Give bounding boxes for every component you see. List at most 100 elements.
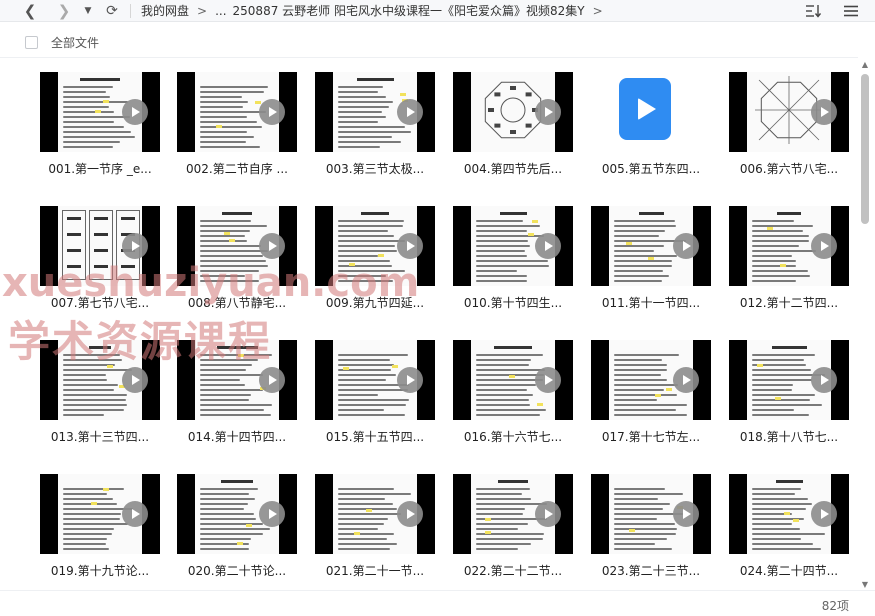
play-icon[interactable] bbox=[122, 501, 148, 527]
play-icon[interactable] bbox=[811, 99, 837, 125]
file-name[interactable]: 011.第十一节四... bbox=[591, 294, 711, 311]
vertical-scrollbar[interactable]: ▲ ▼ bbox=[858, 60, 872, 590]
sort-icon[interactable] bbox=[803, 1, 823, 21]
play-icon[interactable] bbox=[259, 501, 285, 527]
file-item[interactable]: 005.第五节东四... bbox=[591, 60, 711, 186]
play-icon[interactable] bbox=[259, 99, 285, 125]
file-item[interactable]: 020.第二十节论... bbox=[177, 462, 297, 588]
video-thumbnail[interactable] bbox=[453, 474, 573, 554]
play-icon[interactable] bbox=[535, 367, 561, 393]
file-name[interactable]: 022.第二十二节... bbox=[453, 562, 573, 579]
nav-divider bbox=[130, 3, 131, 18]
file-name[interactable]: 010.第十节四生... bbox=[453, 294, 573, 311]
file-item[interactable]: 024.第二十四节... bbox=[729, 462, 849, 588]
video-thumbnail[interactable] bbox=[729, 206, 849, 286]
play-icon[interactable] bbox=[122, 233, 148, 259]
video-thumbnail[interactable] bbox=[591, 474, 711, 554]
video-thumbnail[interactable] bbox=[591, 340, 711, 420]
video-thumbnail[interactable] bbox=[729, 474, 849, 554]
file-name[interactable]: 012.第十二节四... bbox=[729, 294, 849, 311]
file-name[interactable]: 013.第十三节四... bbox=[40, 428, 160, 445]
back-button[interactable]: ❮ bbox=[20, 1, 40, 21]
video-thumbnail[interactable] bbox=[591, 206, 711, 286]
file-name[interactable]: 014.第十四节四... bbox=[177, 428, 297, 445]
video-thumbnail[interactable] bbox=[453, 206, 573, 286]
file-name[interactable]: 024.第二十四节... bbox=[729, 562, 849, 579]
file-item[interactable]: 002.第二节自序 ... bbox=[177, 60, 297, 186]
refresh-button[interactable]: ⟳ bbox=[102, 1, 122, 21]
breadcrumb-current-folder[interactable]: 250887 云野老师 阳宅风水中级课程一《阳宅爱众篇》视频82集Y bbox=[233, 2, 585, 19]
play-icon[interactable] bbox=[397, 501, 423, 527]
breadcrumb-ellipsis[interactable]: ... bbox=[215, 4, 226, 18]
play-icon[interactable] bbox=[122, 367, 148, 393]
top-nav-bar: ❮ ❯ ▼ ⟳ 我的网盘 > ... 250887 云野老师 阳宅风水中级课程一… bbox=[0, 0, 875, 22]
file-item[interactable]: 003.第三节太极... bbox=[315, 60, 435, 186]
scroll-up-arrow-icon[interactable]: ▲ bbox=[860, 60, 870, 70]
video-thumbnail[interactable] bbox=[177, 474, 297, 554]
breadcrumb-root[interactable]: 我的网盘 bbox=[141, 2, 189, 19]
play-icon[interactable] bbox=[673, 233, 699, 259]
hamburger-menu-icon[interactable] bbox=[841, 1, 861, 21]
play-icon[interactable] bbox=[397, 233, 423, 259]
file-name[interactable]: 001.第一节序 _e... bbox=[40, 160, 160, 177]
file-name[interactable]: 003.第三节太极... bbox=[315, 160, 435, 177]
play-icon[interactable] bbox=[259, 233, 285, 259]
file-item[interactable]: 022.第二十二节... bbox=[453, 462, 573, 588]
play-icon[interactable] bbox=[673, 501, 699, 527]
file-item[interactable]: 016.第十六节七... bbox=[453, 328, 573, 454]
file-item[interactable]: 017.第十七节左... bbox=[591, 328, 711, 454]
scroll-thumb[interactable] bbox=[861, 74, 869, 224]
file-name[interactable]: 004.第四节先后... bbox=[453, 160, 573, 177]
scroll-down-arrow-icon[interactable]: ▼ bbox=[860, 580, 870, 590]
play-icon[interactable] bbox=[811, 501, 837, 527]
file-item[interactable]: 019.第十九节论... bbox=[40, 462, 160, 588]
play-icon[interactable] bbox=[259, 367, 285, 393]
file-name[interactable]: 020.第二十节论... bbox=[177, 562, 297, 579]
refresh-icon: ⟳ bbox=[106, 2, 118, 19]
video-thumbnail[interactable] bbox=[729, 72, 849, 152]
file-item[interactable]: 001.第一节序 _e... bbox=[40, 60, 160, 186]
play-icon[interactable] bbox=[535, 99, 561, 125]
play-icon[interactable] bbox=[535, 233, 561, 259]
file-item[interactable]: 023.第二十三节... bbox=[591, 462, 711, 588]
video-thumbnail[interactable] bbox=[453, 340, 573, 420]
video-thumbnail[interactable] bbox=[729, 340, 849, 420]
play-icon[interactable] bbox=[122, 99, 148, 125]
forward-button[interactable]: ❯ bbox=[54, 1, 74, 21]
video-thumbnail[interactable] bbox=[315, 72, 435, 152]
file-item[interactable]: 004.第四节先后... bbox=[453, 60, 573, 186]
play-icon[interactable] bbox=[397, 99, 423, 125]
file-item[interactable]: 012.第十二节四... bbox=[729, 194, 849, 320]
play-icon[interactable] bbox=[397, 367, 423, 393]
play-icon[interactable] bbox=[811, 367, 837, 393]
video-thumbnail[interactable] bbox=[177, 72, 297, 152]
file-name[interactable]: 019.第十九节论... bbox=[40, 562, 160, 579]
play-icon[interactable] bbox=[673, 367, 699, 393]
file-name[interactable]: 015.第十五节四... bbox=[315, 428, 435, 445]
play-icon[interactable] bbox=[811, 233, 837, 259]
file-name[interactable]: 017.第十七节左... bbox=[591, 428, 711, 445]
file-item[interactable]: 018.第十八节七... bbox=[729, 328, 849, 454]
video-thumbnail[interactable] bbox=[315, 474, 435, 554]
file-item[interactable]: 010.第十节四生... bbox=[453, 194, 573, 320]
video-thumbnail[interactable] bbox=[591, 72, 711, 152]
video-thumbnail[interactable] bbox=[40, 72, 160, 152]
file-item[interactable]: 006.第六节八宅... bbox=[729, 60, 849, 186]
video-thumbnail[interactable] bbox=[453, 72, 573, 152]
video-thumbnail[interactable] bbox=[315, 340, 435, 420]
file-item[interactable]: 015.第十五节四... bbox=[315, 328, 435, 454]
file-item[interactable]: 021.第二十一节... bbox=[315, 462, 435, 588]
file-name[interactable]: 016.第十六节七... bbox=[453, 428, 573, 445]
file-name[interactable]: 023.第二十三节... bbox=[591, 562, 711, 579]
file-name[interactable]: 005.第五节东四... bbox=[591, 160, 711, 177]
file-item[interactable]: 011.第十一节四... bbox=[591, 194, 711, 320]
video-thumbnail[interactable] bbox=[40, 474, 160, 554]
file-name[interactable]: 002.第二节自序 ... bbox=[177, 160, 297, 177]
file-name[interactable]: 021.第二十一节... bbox=[315, 562, 435, 579]
play-icon[interactable] bbox=[535, 501, 561, 527]
select-all-checkbox[interactable] bbox=[25, 36, 38, 49]
history-dropdown-button[interactable]: ▼ bbox=[78, 1, 98, 21]
file-name[interactable]: 018.第十八节七... bbox=[729, 428, 849, 445]
video-file-icon bbox=[619, 78, 671, 140]
file-name[interactable]: 006.第六节八宅... bbox=[729, 160, 849, 177]
